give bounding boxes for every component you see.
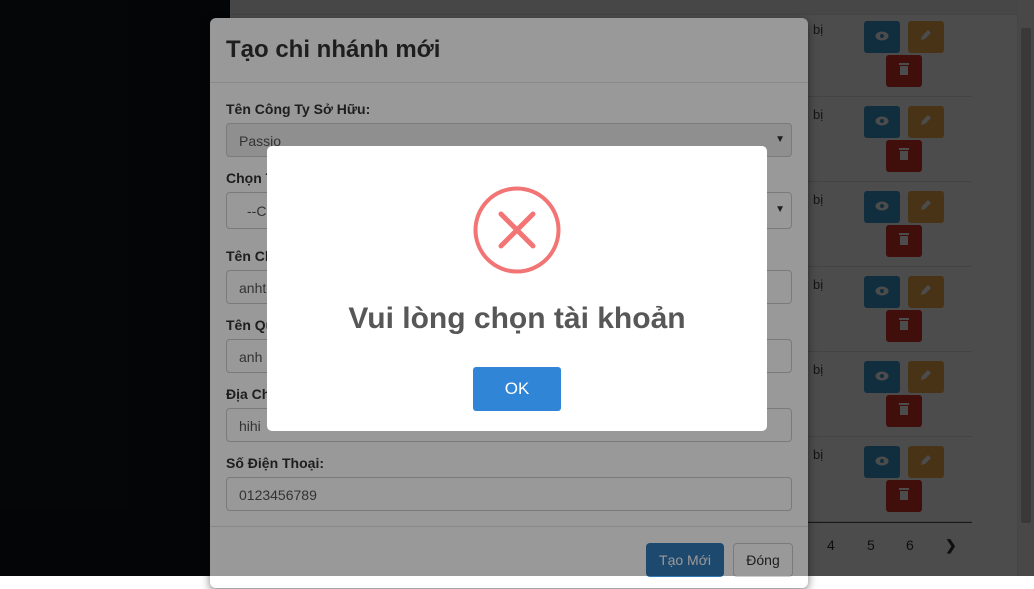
error-x-icon — [473, 186, 561, 274]
alert-dialog: Vui lòng chọn tài khoản OK — [267, 146, 767, 431]
ok-button[interactable]: OK — [473, 367, 561, 411]
alert-message: Vui lòng chọn tài khoản — [348, 302, 686, 335]
